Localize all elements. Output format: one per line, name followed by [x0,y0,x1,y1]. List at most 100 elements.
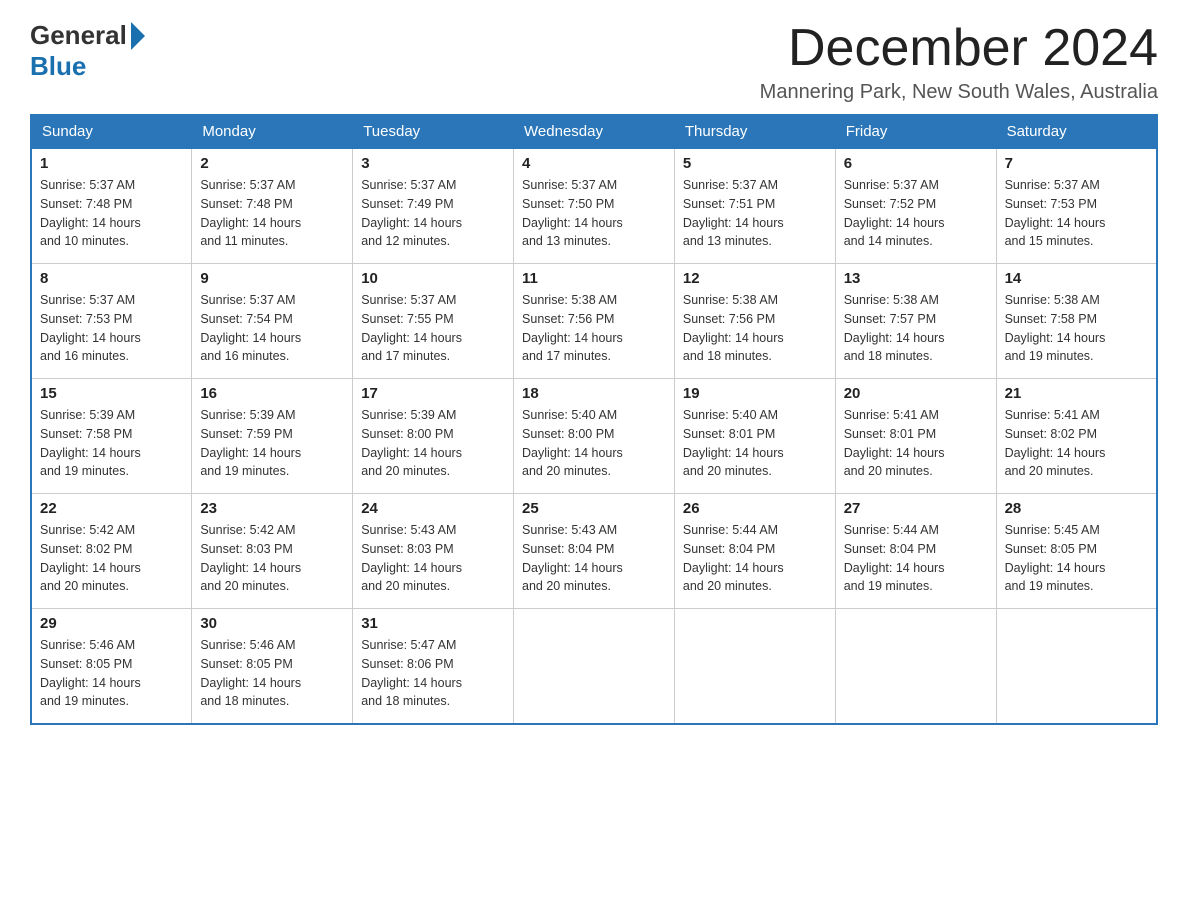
day-info: Sunrise: 5:45 AMSunset: 8:05 PMDaylight:… [1005,523,1106,593]
weekday-header-row: SundayMondayTuesdayWednesdayThursdayFrid… [31,115,1157,149]
calendar-cell: 30 Sunrise: 5:46 AMSunset: 8:05 PMDaylig… [192,609,353,724]
calendar-cell: 20 Sunrise: 5:41 AMSunset: 8:01 PMDaylig… [835,379,996,494]
day-info: Sunrise: 5:37 AMSunset: 7:49 PMDaylight:… [361,178,462,248]
day-info: Sunrise: 5:46 AMSunset: 8:05 PMDaylight:… [40,638,141,708]
calendar-cell: 17 Sunrise: 5:39 AMSunset: 8:00 PMDaylig… [353,379,514,494]
calendar-week-row: 22 Sunrise: 5:42 AMSunset: 8:02 PMDaylig… [31,494,1157,609]
logo: General Blue [30,20,147,82]
day-info: Sunrise: 5:44 AMSunset: 8:04 PMDaylight:… [683,523,784,593]
calendar-cell: 6 Sunrise: 5:37 AMSunset: 7:52 PMDayligh… [835,149,996,264]
weekday-header-wednesday: Wednesday [514,115,675,149]
day-info: Sunrise: 5:38 AMSunset: 7:56 PMDaylight:… [683,293,784,363]
day-number: 19 [683,385,827,402]
day-number: 8 [40,270,183,287]
calendar-cell: 4 Sunrise: 5:37 AMSunset: 7:50 PMDayligh… [514,149,675,264]
calendar-cell [674,609,835,724]
title-area: December 2024 Mannering Park, New South … [760,20,1158,104]
logo-text: General [30,20,147,51]
calendar-cell: 3 Sunrise: 5:37 AMSunset: 7:49 PMDayligh… [353,149,514,264]
calendar-cell: 16 Sunrise: 5:39 AMSunset: 7:59 PMDaylig… [192,379,353,494]
calendar-cell: 22 Sunrise: 5:42 AMSunset: 8:02 PMDaylig… [31,494,192,609]
calendar-week-row: 29 Sunrise: 5:46 AMSunset: 8:05 PMDaylig… [31,609,1157,724]
weekday-header-thursday: Thursday [674,115,835,149]
calendar-cell: 12 Sunrise: 5:38 AMSunset: 7:56 PMDaylig… [674,264,835,379]
day-number: 1 [40,155,183,172]
calendar-cell: 13 Sunrise: 5:38 AMSunset: 7:57 PMDaylig… [835,264,996,379]
day-info: Sunrise: 5:37 AMSunset: 7:48 PMDaylight:… [40,178,141,248]
day-info: Sunrise: 5:44 AMSunset: 8:04 PMDaylight:… [844,523,945,593]
day-number: 5 [683,155,827,172]
weekday-header-saturday: Saturday [996,115,1157,149]
day-info: Sunrise: 5:37 AMSunset: 7:53 PMDaylight:… [1005,178,1106,248]
day-number: 26 [683,500,827,517]
calendar-cell: 25 Sunrise: 5:43 AMSunset: 8:04 PMDaylig… [514,494,675,609]
day-number: 31 [361,615,505,632]
day-info: Sunrise: 5:40 AMSunset: 8:00 PMDaylight:… [522,408,623,478]
logo-blue-line: Blue [30,51,86,82]
calendar-cell: 5 Sunrise: 5:37 AMSunset: 7:51 PMDayligh… [674,149,835,264]
day-number: 13 [844,270,988,287]
calendar-cell: 11 Sunrise: 5:38 AMSunset: 7:56 PMDaylig… [514,264,675,379]
day-info: Sunrise: 5:37 AMSunset: 7:50 PMDaylight:… [522,178,623,248]
day-info: Sunrise: 5:38 AMSunset: 7:56 PMDaylight:… [522,293,623,363]
weekday-header-sunday: Sunday [31,115,192,149]
day-info: Sunrise: 5:37 AMSunset: 7:48 PMDaylight:… [200,178,301,248]
day-number: 30 [200,615,344,632]
day-number: 6 [844,155,988,172]
day-number: 7 [1005,155,1148,172]
day-number: 15 [40,385,183,402]
day-number: 10 [361,270,505,287]
day-number: 16 [200,385,344,402]
calendar-header: SundayMondayTuesdayWednesdayThursdayFrid… [31,115,1157,149]
day-info: Sunrise: 5:38 AMSunset: 7:58 PMDaylight:… [1005,293,1106,363]
day-number: 25 [522,500,666,517]
calendar-cell: 31 Sunrise: 5:47 AMSunset: 8:06 PMDaylig… [353,609,514,724]
calendar-week-row: 15 Sunrise: 5:39 AMSunset: 7:58 PMDaylig… [31,379,1157,494]
month-title: December 2024 [760,20,1158,77]
calendar-cell: 18 Sunrise: 5:40 AMSunset: 8:00 PMDaylig… [514,379,675,494]
calendar-cell: 29 Sunrise: 5:46 AMSunset: 8:05 PMDaylig… [31,609,192,724]
day-number: 2 [200,155,344,172]
day-info: Sunrise: 5:37 AMSunset: 7:51 PMDaylight:… [683,178,784,248]
calendar-cell: 28 Sunrise: 5:45 AMSunset: 8:05 PMDaylig… [996,494,1157,609]
day-number: 28 [1005,500,1148,517]
day-info: Sunrise: 5:37 AMSunset: 7:54 PMDaylight:… [200,293,301,363]
calendar-body: 1 Sunrise: 5:37 AMSunset: 7:48 PMDayligh… [31,149,1157,724]
page-header: General Blue December 2024 Mannering Par… [30,20,1158,104]
calendar-table: SundayMondayTuesdayWednesdayThursdayFrid… [30,114,1158,725]
day-info: Sunrise: 5:38 AMSunset: 7:57 PMDaylight:… [844,293,945,363]
day-info: Sunrise: 5:40 AMSunset: 8:01 PMDaylight:… [683,408,784,478]
day-info: Sunrise: 5:46 AMSunset: 8:05 PMDaylight:… [200,638,301,708]
calendar-cell: 14 Sunrise: 5:38 AMSunset: 7:58 PMDaylig… [996,264,1157,379]
day-info: Sunrise: 5:42 AMSunset: 8:02 PMDaylight:… [40,523,141,593]
day-number: 18 [522,385,666,402]
calendar-week-row: 1 Sunrise: 5:37 AMSunset: 7:48 PMDayligh… [31,149,1157,264]
calendar-cell: 26 Sunrise: 5:44 AMSunset: 8:04 PMDaylig… [674,494,835,609]
day-number: 23 [200,500,344,517]
calendar-cell: 23 Sunrise: 5:42 AMSunset: 8:03 PMDaylig… [192,494,353,609]
calendar-cell: 10 Sunrise: 5:37 AMSunset: 7:55 PMDaylig… [353,264,514,379]
day-number: 20 [844,385,988,402]
day-number: 14 [1005,270,1148,287]
calendar-cell [996,609,1157,724]
calendar-cell: 8 Sunrise: 5:37 AMSunset: 7:53 PMDayligh… [31,264,192,379]
calendar-cell: 21 Sunrise: 5:41 AMSunset: 8:02 PMDaylig… [996,379,1157,494]
day-info: Sunrise: 5:39 AMSunset: 7:58 PMDaylight:… [40,408,141,478]
logo-blue-text: Blue [30,51,86,81]
calendar-cell [835,609,996,724]
day-info: Sunrise: 5:41 AMSunset: 8:01 PMDaylight:… [844,408,945,478]
day-number: 24 [361,500,505,517]
day-number: 12 [683,270,827,287]
logo-chevron-icon [131,22,145,50]
calendar-cell: 7 Sunrise: 5:37 AMSunset: 7:53 PMDayligh… [996,149,1157,264]
day-number: 29 [40,615,183,632]
calendar-week-row: 8 Sunrise: 5:37 AMSunset: 7:53 PMDayligh… [31,264,1157,379]
calendar-cell: 9 Sunrise: 5:37 AMSunset: 7:54 PMDayligh… [192,264,353,379]
day-number: 4 [522,155,666,172]
day-info: Sunrise: 5:37 AMSunset: 7:53 PMDaylight:… [40,293,141,363]
calendar-cell: 1 Sunrise: 5:37 AMSunset: 7:48 PMDayligh… [31,149,192,264]
day-info: Sunrise: 5:37 AMSunset: 7:55 PMDaylight:… [361,293,462,363]
calendar-cell: 27 Sunrise: 5:44 AMSunset: 8:04 PMDaylig… [835,494,996,609]
day-info: Sunrise: 5:43 AMSunset: 8:04 PMDaylight:… [522,523,623,593]
calendar-cell: 15 Sunrise: 5:39 AMSunset: 7:58 PMDaylig… [31,379,192,494]
